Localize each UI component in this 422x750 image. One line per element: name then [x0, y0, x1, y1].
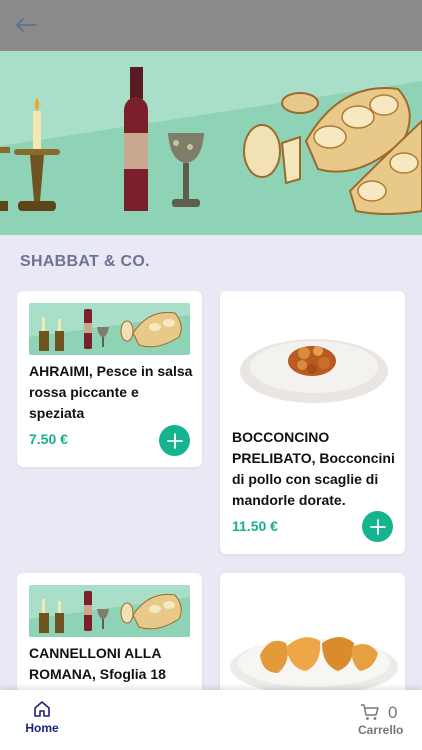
product-card[interactable]: CANNELLONI ALLA ROMANA, Sfoglia 18	[17, 573, 202, 703]
cart-count: 0	[388, 703, 398, 722]
add-to-cart-button[interactable]	[362, 511, 393, 542]
product-image	[240, 339, 388, 403]
nav-home[interactable]: Home	[20, 700, 64, 744]
cart-icon	[361, 704, 379, 720]
product-image	[29, 303, 190, 355]
bottom-navigation: Home 0 Carrello	[0, 690, 422, 750]
plus-icon	[369, 518, 386, 535]
back-arrow-icon	[16, 18, 37, 32]
product-title: BOCCONCINO PRELIBATO, Bocconcini di poll…	[232, 429, 395, 508]
home-icon	[34, 701, 50, 717]
product-card[interactable]: BOCCONCINO PRELIBATO, Bocconcini di poll…	[220, 291, 405, 554]
product-card[interactable]	[220, 573, 405, 703]
product-image	[230, 637, 398, 695]
section-title: SHABBAT & CO.	[20, 253, 150, 270]
product-price: 11.50 €	[232, 518, 278, 534]
nav-cart-label: Carrello	[358, 723, 404, 737]
back-button[interactable]	[12, 12, 40, 38]
product-title: CANNELLONI ALLA ROMANA, Sfoglia 18	[29, 645, 166, 682]
product-image	[29, 585, 190, 637]
nav-cart[interactable]: 0 Carrello	[352, 700, 412, 744]
add-to-cart-button[interactable]	[159, 425, 190, 456]
nav-home-label: Home	[25, 721, 59, 735]
product-price: 7.50 €	[29, 431, 68, 447]
top-bar	[0, 0, 422, 51]
product-card[interactable]: AHRAIMI, Pesce in salsa rossa piccante e…	[17, 291, 202, 467]
product-title: AHRAIMI, Pesce in salsa rossa piccante e…	[29, 363, 193, 421]
hero-banner	[0, 51, 422, 235]
shabbat-banner-image	[0, 51, 422, 235]
plus-icon	[166, 432, 183, 449]
